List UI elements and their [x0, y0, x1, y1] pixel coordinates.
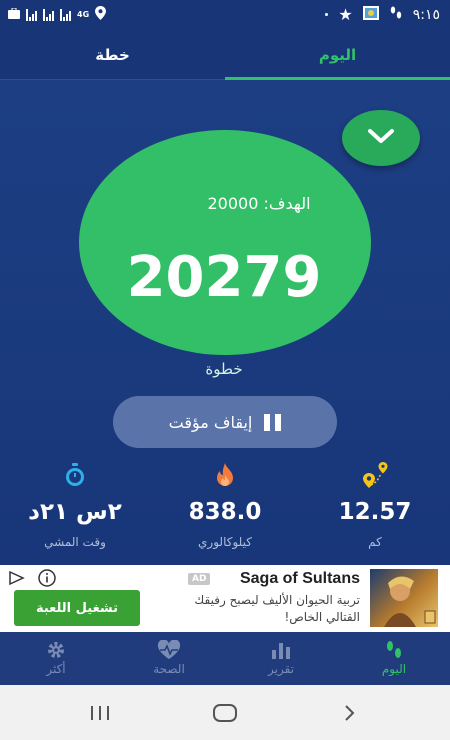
recent-apps-icon — [91, 705, 109, 720]
nav-item-report[interactable]: تقرير — [225, 632, 337, 685]
stat-distance: 12.57 كم — [315, 462, 435, 549]
nav-label-report: تقرير — [268, 662, 294, 676]
nav-item-today[interactable]: اليوم — [338, 632, 450, 685]
distance-label: كم — [368, 535, 382, 549]
stat-calories: 838.0 كيلوكالوري — [165, 462, 285, 549]
nav-label-more: أكثر — [46, 662, 66, 676]
footsteps-icon — [389, 6, 403, 24]
signal-icon — [43, 9, 54, 21]
footsteps-icon — [338, 638, 450, 662]
tab-plan[interactable]: خطة — [0, 30, 225, 80]
signal-icon — [26, 9, 37, 21]
nav-label-today: اليوم — [381, 662, 407, 676]
star-icon: ★ — [338, 5, 353, 24]
status-right: ★ ٩:١٥ — [325, 5, 440, 24]
status-bar: 4G ★ ٩:١٥ — [0, 0, 450, 30]
network-type: 4G — [77, 10, 90, 19]
bar-chart-icon — [225, 638, 337, 662]
back-button[interactable] — [275, 685, 425, 740]
dot-icon — [325, 13, 329, 16]
briefcase-icon — [8, 7, 20, 23]
image-icon — [362, 5, 379, 24]
stat-walk-time: ٢س ٢١د وقت المشي — [15, 462, 135, 549]
clock-time: ٩:١٥ — [412, 6, 440, 23]
ad-game-image[interactable] — [370, 569, 438, 627]
status-left: 4G — [8, 6, 107, 24]
ad-title[interactable]: Saga of Sultans — [240, 570, 360, 588]
distance-value: 12.57 — [338, 499, 412, 525]
calories-label: كيلوكالوري — [198, 535, 252, 549]
ad-choices-icon[interactable] — [8, 570, 26, 586]
step-count: 20279 — [126, 245, 322, 310]
calories-value: 838.0 — [188, 499, 262, 525]
walk-time-value: ٢س ٢١د — [28, 499, 122, 525]
nav-label-health: الصحة — [153, 662, 185, 676]
today-panel: الهدف: 20000 20279 خطوة إيقاف مؤقت 12.57… — [0, 80, 450, 565]
flame-icon — [165, 462, 285, 488]
walk-time-label: وقت المشي — [44, 535, 106, 549]
location-icon — [95, 6, 107, 24]
system-nav-bar — [0, 685, 450, 740]
heart-pulse-icon — [113, 638, 225, 662]
top-tab-bar: خطة اليوم — [0, 30, 450, 80]
ad-badge: AD — [188, 573, 211, 585]
ad-play-button[interactable]: تشغيل اللعبة — [14, 590, 140, 626]
step-goal: الهدف: 20000 — [207, 194, 311, 213]
step-unit-label: خطوة — [205, 360, 243, 378]
ad-banner[interactable]: تشغيل اللعبة AD Saga of Sultans تربية ال… — [0, 565, 450, 632]
pause-icon — [264, 413, 282, 431]
ad-description: تربية الحيوان الأليف ليصبح رفيقك القتالي… — [194, 593, 360, 624]
tab-today[interactable]: اليوم — [225, 30, 450, 80]
pause-label: إيقاف مؤقت — [168, 412, 253, 432]
home-icon — [213, 703, 237, 722]
chevron-down-icon — [366, 127, 396, 149]
nav-item-health[interactable]: الصحة — [113, 632, 225, 685]
nav-item-more[interactable]: أكثر — [0, 632, 112, 685]
expand-button[interactable] — [342, 110, 420, 166]
gear-icon — [0, 638, 112, 662]
step-progress-circle[interactable]: الهدف: 20000 20279 خطوة — [79, 130, 371, 378]
signal-icon — [60, 9, 71, 21]
info-icon[interactable] — [38, 569, 56, 587]
bottom-nav: اليوم تقرير الصحة أكثر — [0, 632, 450, 685]
pause-button[interactable]: إيقاف مؤقت — [113, 396, 337, 448]
stopwatch-icon — [15, 462, 135, 488]
location-pin-icon — [315, 462, 435, 488]
chevron-right-icon — [345, 704, 355, 721]
